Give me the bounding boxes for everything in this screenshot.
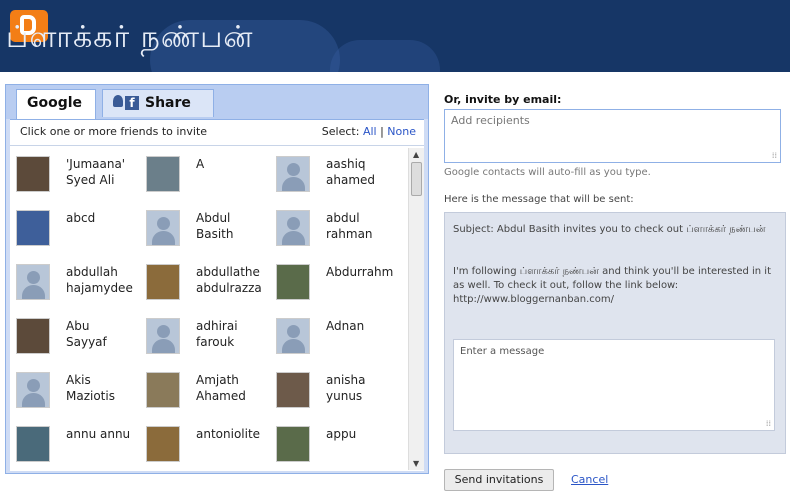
resize-grip-icon[interactable]: ⁞⁞ — [766, 419, 771, 428]
friends-scrollbar[interactable]: ▲ ▼ — [408, 148, 424, 470]
friend-name: A — [196, 157, 205, 171]
friend-name: Akis Maziotis — [66, 373, 115, 403]
friend-cell[interactable]: A — [140, 148, 270, 200]
friend-avatar — [276, 372, 310, 408]
friend-avatar — [146, 426, 180, 462]
friends-list-container: Click one or more friends to invite Sele… — [10, 119, 424, 471]
friend-name: aashiq ahamed — [326, 157, 376, 187]
friend-avatar — [276, 426, 310, 462]
friend-name: abdullathe abdulrazza — [196, 265, 262, 295]
blog-header: ப்ளாக்கர் நண்பன் — [0, 0, 790, 72]
invite-email-heading: Or, invite by email: — [444, 93, 562, 106]
cancel-link[interactable]: Cancel — [571, 473, 608, 486]
friend-cell[interactable]: 'Jumaana' Syed Ali — [10, 148, 140, 200]
friend-avatar — [16, 318, 50, 354]
friend-cell[interactable]: Abdul Basith — [140, 202, 270, 254]
scroll-down-arrow-icon[interactable]: ▼ — [413, 459, 419, 468]
friend-avatar — [146, 210, 180, 246]
friend-name: 'Jumaana' Syed Ali — [66, 157, 126, 187]
friend-name: annu annu — [66, 427, 131, 441]
scroll-thumb[interactable] — [411, 162, 422, 196]
message-placeholder: Enter a message — [460, 346, 545, 357]
tab-share-label: Share — [145, 95, 191, 111]
select-controls: Select: All | None — [322, 120, 416, 144]
friend-name: Adnan — [326, 319, 365, 333]
scroll-up-arrow-icon[interactable]: ▲ — [413, 150, 419, 159]
autofill-hint: Google contacts will auto-fill as you ty… — [444, 167, 651, 178]
tab-google[interactable]: Google — [16, 89, 96, 120]
personal-message-input[interactable]: Enter a message ⁞⁞ — [453, 339, 775, 431]
friend-avatar — [16, 156, 50, 192]
message-preview-heading: Here is the message that will be sent: — [444, 194, 634, 205]
resize-grip-icon[interactable]: ⁞⁞ — [772, 151, 777, 160]
friend-name: Amjath Ahamed — [196, 373, 246, 403]
friend-name: Abdurrahm — [326, 265, 394, 279]
friend-cell[interactable]: annu annu — [10, 418, 140, 470]
friend-name: abdul rahman — [326, 211, 373, 241]
send-invitations-button[interactable]: Send invitations — [444, 469, 554, 491]
tab-share[interactable]: f Share — [102, 89, 214, 117]
friend-cell[interactable]: abdul rahman — [270, 202, 400, 254]
friend-name: Abu Sayyaf — [66, 319, 107, 349]
message-subject: Subject: Abdul Basith invites you to che… — [453, 224, 766, 235]
select-label: Select: — [321, 125, 360, 138]
invite-instruction: Click one or more friends to invite — [20, 125, 208, 138]
friend-cell[interactable]: antoniolite — [140, 418, 270, 470]
friend-cell[interactable]: abdullathe abdulrazza — [140, 256, 270, 308]
facebook-icon: f — [113, 90, 139, 116]
friend-cell[interactable]: adhirai farouk — [140, 310, 270, 362]
friend-cell[interactable]: Amjath Ahamed — [140, 364, 270, 416]
friend-avatar — [276, 156, 310, 192]
friend-name: antoniolite — [196, 427, 261, 441]
friend-cell[interactable]: Abdurrahm — [270, 256, 400, 308]
friend-name: adhirai farouk — [196, 319, 238, 349]
select-all-link[interactable]: All — [363, 125, 377, 138]
friend-avatar — [16, 264, 50, 300]
friends-grid: 'Jumaana' Syed Ali Aaashiq ahamed abcd Abdu… — [10, 148, 408, 470]
tab-bar: Google f Share — [6, 85, 428, 120]
friends-panel: Google f Share Click one or more friends … — [5, 84, 429, 474]
friend-avatar — [16, 210, 50, 246]
friend-cell[interactable]: aashiq ahamed — [270, 148, 400, 200]
friend-avatar — [146, 372, 180, 408]
friend-avatar — [146, 318, 180, 354]
blog-title: ப்ளாக்கர் நண்பன் — [6, 20, 254, 55]
friend-name: abcd — [66, 211, 96, 225]
message-preview-box: Subject: Abdul Basith invites you to che… — [444, 212, 786, 454]
friend-cell[interactable]: abcd — [10, 202, 140, 254]
header-decoration — [330, 40, 440, 72]
friend-avatar — [276, 264, 310, 300]
friend-cell[interactable]: Adnan — [270, 310, 400, 362]
select-none-link[interactable]: None — [387, 125, 416, 138]
friend-name: anisha yunus — [326, 373, 366, 403]
friend-name: appu — [326, 427, 357, 441]
friend-cell[interactable]: Akis Maziotis — [10, 364, 140, 416]
recipients-placeholder: Add recipients — [451, 114, 530, 127]
friend-avatar — [276, 318, 310, 354]
recipients-input[interactable]: Add recipients ⁞⁞ — [444, 109, 781, 163]
friends-subbar: Click one or more friends to invite Sele… — [10, 120, 424, 146]
friend-name: Abdul Basith — [196, 211, 234, 241]
message-body: I'm following ப்ளாக்கர் நண்பன் and think… — [453, 266, 772, 305]
friend-cell[interactable]: appu — [270, 418, 400, 470]
friend-avatar — [16, 372, 50, 408]
friend-name: abdullah hajamydee — [66, 265, 133, 295]
friend-avatar — [146, 264, 180, 300]
select-separator: | — [380, 125, 384, 138]
friend-avatar — [276, 210, 310, 246]
friend-cell[interactable]: abdullah hajamydee — [10, 256, 140, 308]
friend-avatar — [146, 156, 180, 192]
friend-cell[interactable]: Abu Sayyaf — [10, 310, 140, 362]
friend-cell[interactable]: anisha yunus — [270, 364, 400, 416]
friend-avatar — [16, 426, 50, 462]
